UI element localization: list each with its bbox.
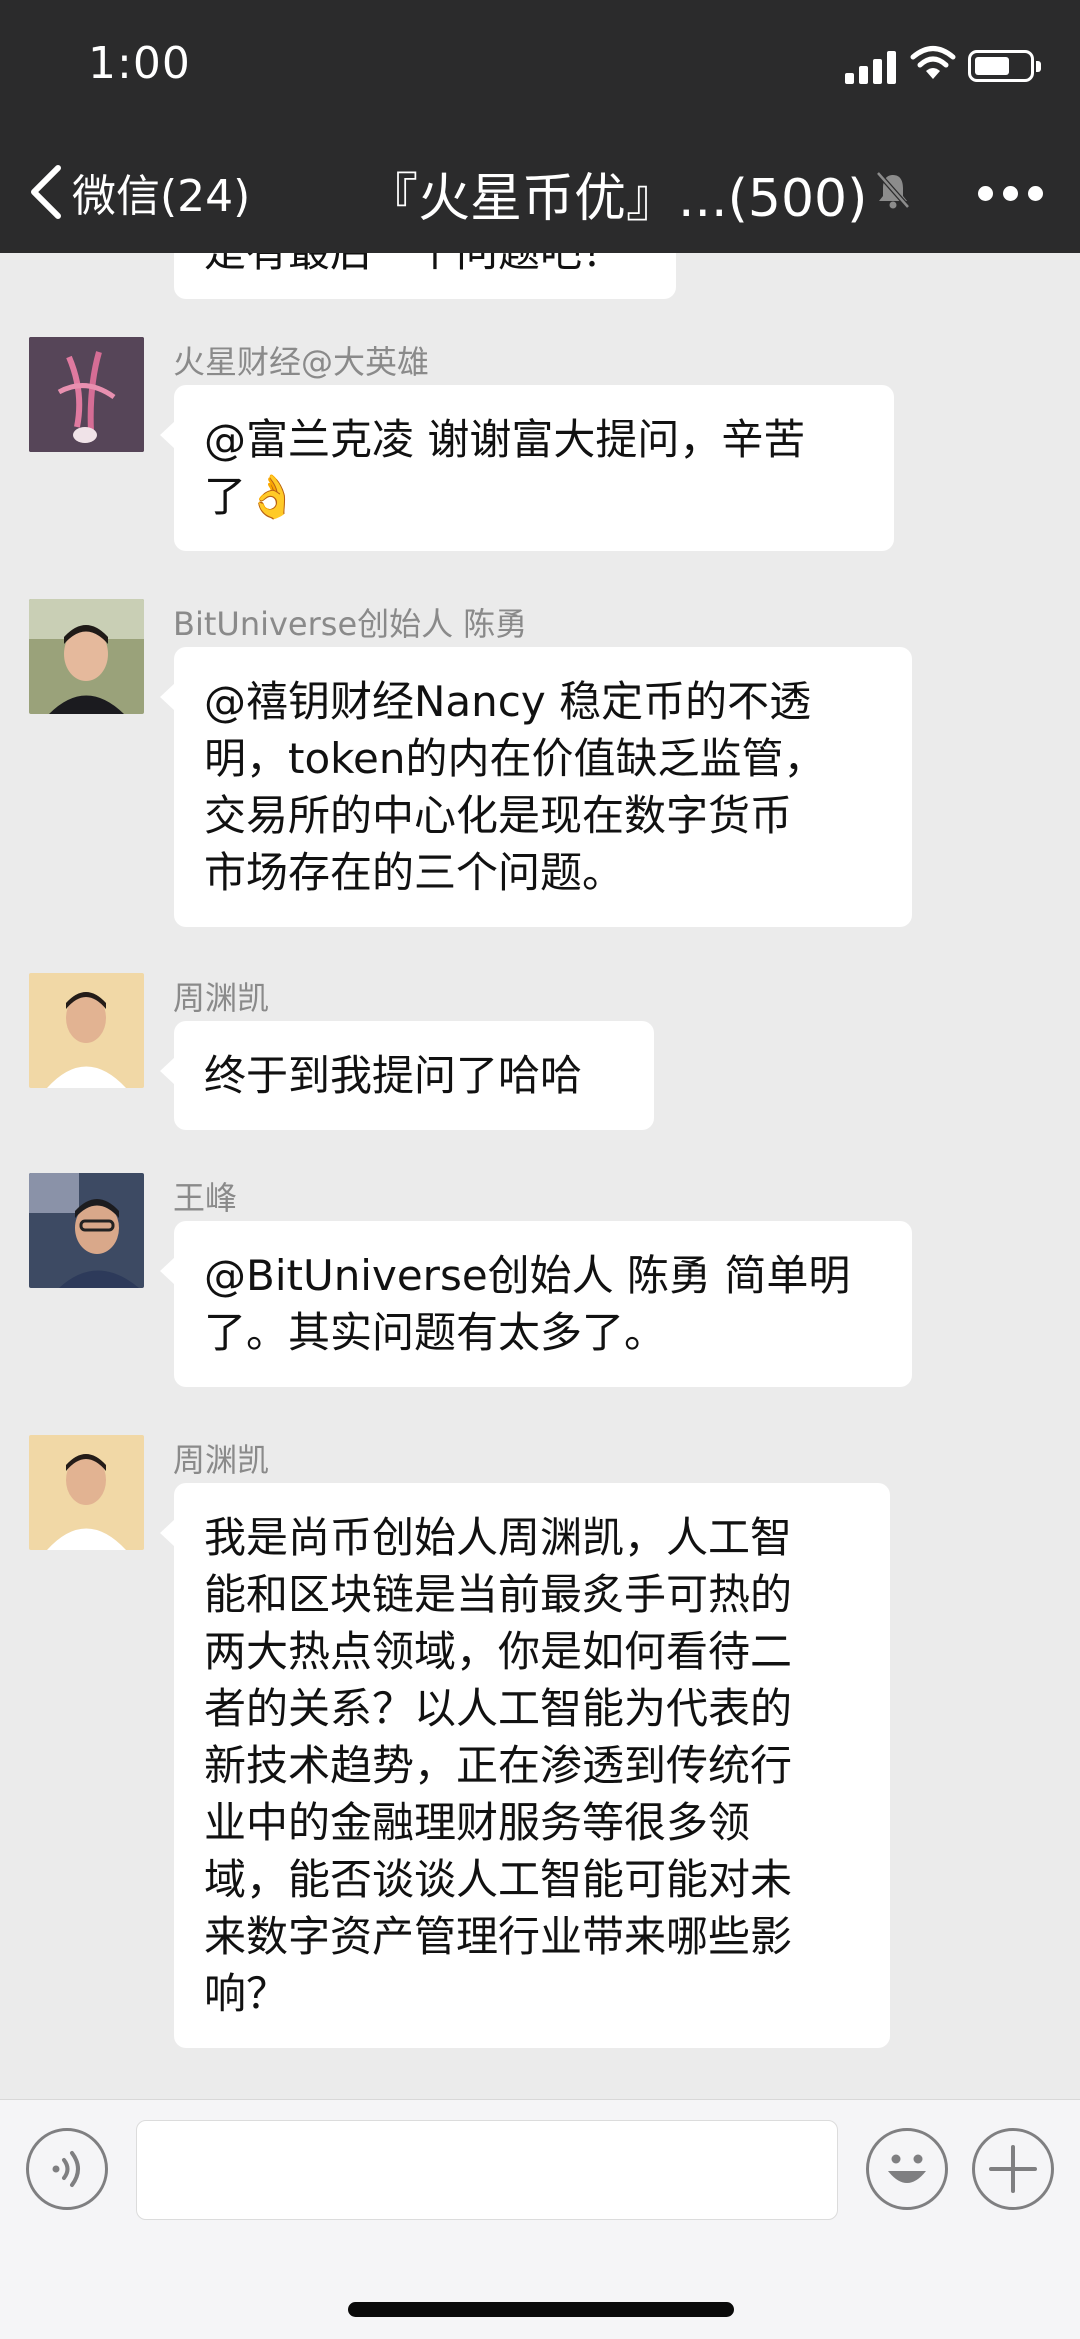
message-line: 域，能否谈谈人工智能可能对未 xyxy=(204,1855,793,1904)
message-line: @富兰克凌 谢谢富大提问，辛苦 xyxy=(204,415,806,464)
message-bubble[interactable]: 我是尚币创始人周渊凯，人工智 能和区块链是当前最炙手可热的 两大热点领域，你是如… xyxy=(160,1483,890,2048)
avatar-image xyxy=(29,973,144,1088)
mute-bell-icon xyxy=(876,171,910,209)
top-header: 1:00 微信(24) 『火星币优』...(500) xyxy=(0,0,1080,253)
message-line: 了👌 xyxy=(204,472,299,521)
message-bubble[interactable]: @富兰克凌 谢谢富大提问，辛苦 了👌 xyxy=(160,385,894,551)
avatar-image xyxy=(29,1435,144,1550)
message-bubble[interactable]: 终于到我提问了哈哈 xyxy=(160,1021,654,1130)
message-item: 是有最后一个问题吧？ xyxy=(0,253,1080,313)
message-item: 周渊凯 终于到我提问了哈哈 xyxy=(0,973,1080,1133)
message-line: 能和区块链是当前最炙手可热的 xyxy=(204,1570,793,1619)
wifi-icon xyxy=(910,46,956,79)
signal-icon xyxy=(845,50,897,84)
message-line: 交易所的中心化是现在数字货币 xyxy=(204,791,793,840)
avatar[interactable] xyxy=(29,973,144,1088)
more-dots-icon[interactable] xyxy=(978,186,1044,202)
message-line: 了。其实问题有太多了。 xyxy=(204,1308,667,1357)
message-input[interactable] xyxy=(136,2120,838,2220)
message-line: @禧钥财经Nancy 稳定币的不透 xyxy=(204,677,812,726)
message-bubble[interactable]: @BitUniverse创始人 陈勇 简单明 了。其实问题有太多了。 xyxy=(160,1221,912,1387)
message-line: 我是尚币创始人周渊凯，人工智 xyxy=(204,1513,793,1562)
sender-name: 火星财经@大英雄 xyxy=(173,343,430,381)
message-line: 终于到我提问了哈哈 xyxy=(204,1051,583,1100)
message-item: BitUniverse创始人 陈勇 @禧钥财经Nancy 稳定币的不透 明，to… xyxy=(0,599,1080,939)
chat-title: 『火星币优』...(500) xyxy=(366,169,868,229)
message-bubble[interactable]: @禧钥财经Nancy 稳定币的不透 明，token的内在价值缺乏监管， 交易所的… xyxy=(160,647,912,927)
back-button[interactable]: 微信(24) xyxy=(24,158,274,226)
message-item: 周渊凯 我是尚币创始人周渊凯，人工智 能和区块链是当前最炙手可热的 两大热点领域… xyxy=(0,1435,1080,2095)
plus-icon xyxy=(989,2145,1037,2193)
message-line: 是有最后一个问题吧？ xyxy=(204,253,646,280)
battery-icon xyxy=(968,50,1041,82)
message-line: 市场存在的三个问题。 xyxy=(204,848,625,897)
message-list[interactable]: 是有最后一个问题吧？ 火星财经@大英雄 @富兰克凌 谢谢富大提问，辛苦 了👌 xyxy=(0,253,1080,2099)
sender-name: 周渊凯 xyxy=(173,979,270,1017)
avatar-image xyxy=(29,1173,144,1288)
message-line: 明，token的内在价值缺乏监管， xyxy=(204,734,826,783)
sender-name: BitUniverse创始人 陈勇 xyxy=(173,605,528,643)
avatar[interactable] xyxy=(29,337,144,452)
message-line: 两大热点领域，你是如何看待二 xyxy=(204,1627,793,1676)
avatar-image xyxy=(29,599,144,714)
chevron-left-icon xyxy=(31,165,61,219)
plus-button[interactable] xyxy=(972,2128,1054,2210)
status-time: 1:00 xyxy=(88,38,191,89)
back-label: 微信(24) xyxy=(72,171,251,222)
message-item: 王峰 @BitUniverse创始人 陈勇 简单明 了。其实问题有太多了。 xyxy=(0,1173,1080,1393)
message-line: 业中的金融理财服务等很多领 xyxy=(204,1798,751,1847)
message-line: 者的关系？以人工智能为代表的 xyxy=(204,1684,793,1733)
wechat-group-chat-screen: 1:00 微信(24) 『火星币优』...(500) 火星财经@大英雄 @富兰克… xyxy=(0,0,1080,2339)
avatar[interactable] xyxy=(29,599,144,714)
voice-button[interactable] xyxy=(26,2128,108,2210)
message-line: @BitUniverse创始人 陈勇 简单明 xyxy=(204,1251,851,1300)
message-bubble[interactable]: 是有最后一个问题吧？ xyxy=(174,253,676,299)
sender-name: 王峰 xyxy=(173,1179,238,1217)
avatar[interactable] xyxy=(29,1435,144,1550)
message-item: 火星财经@大英雄 @富兰克凌 谢谢富大提问，辛苦 了👌 xyxy=(0,337,1080,551)
voice-icon xyxy=(52,2151,80,2187)
message-line: 新技术趋势，正在渗透到传统行 xyxy=(204,1741,793,1790)
avatar-image xyxy=(29,337,144,452)
emoji-icon xyxy=(888,2154,926,2183)
sender-name: 周渊凯 xyxy=(173,1441,270,1479)
message-line: 来数字资产管理行业带来哪些影 xyxy=(204,1912,793,1961)
emoji-button[interactable] xyxy=(866,2128,948,2210)
avatar[interactable] xyxy=(29,1173,144,1288)
home-indicator[interactable] xyxy=(348,2302,734,2317)
message-line: 响？ xyxy=(204,1969,289,2018)
